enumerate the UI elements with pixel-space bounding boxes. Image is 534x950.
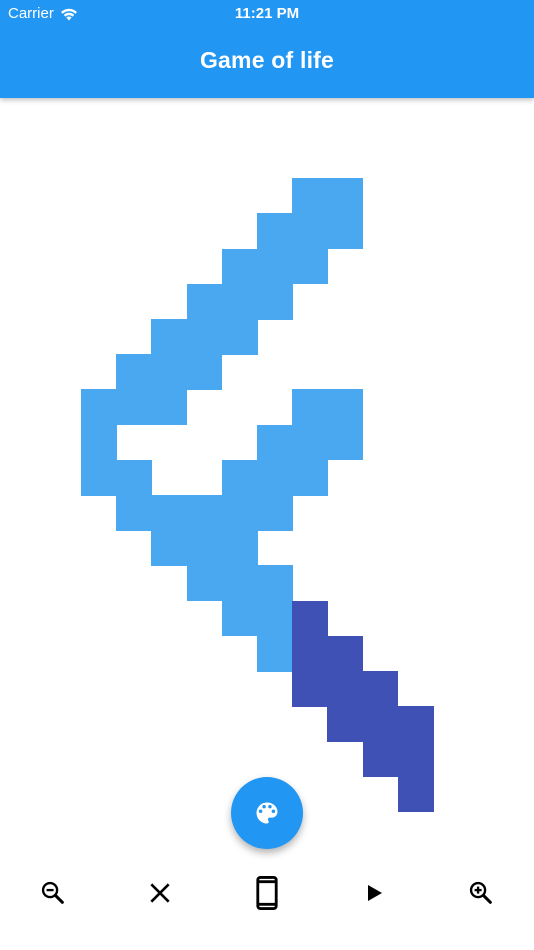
live-cell[interactable] (151, 354, 188, 390)
live-cell[interactable] (292, 213, 328, 250)
live-cell-highlight[interactable] (362, 671, 399, 707)
live-cell[interactable] (186, 495, 223, 531)
live-cell[interactable] (221, 530, 258, 566)
device-button[interactable] (237, 863, 297, 923)
play-icon (367, 885, 382, 901)
live-cell[interactable] (151, 530, 188, 566)
live-cell[interactable] (116, 495, 152, 531)
palette-icon (256, 802, 278, 824)
live-cell[interactable] (221, 600, 258, 637)
live-cell[interactable] (257, 248, 293, 285)
live-cell[interactable] (81, 424, 117, 461)
live-cell[interactable] (327, 213, 364, 250)
live-cell-highlight[interactable] (327, 706, 364, 742)
status-bar: Carrier 11:21 PM (0, 0, 534, 28)
live-cell[interactable] (81, 389, 117, 426)
live-cell[interactable] (116, 389, 152, 426)
zoom-in-button[interactable] (451, 863, 511, 923)
live-cell[interactable] (257, 424, 293, 461)
status-time: 11:21 PM (234, 5, 300, 22)
live-cell[interactable] (81, 459, 117, 496)
live-cell[interactable] (221, 459, 258, 496)
live-cell-highlight[interactable] (362, 741, 399, 778)
live-cell[interactable] (292, 389, 328, 426)
live-cell[interactable] (257, 459, 293, 496)
live-cell[interactable] (292, 424, 328, 461)
live-cell[interactable] (257, 635, 293, 672)
live-cell-highlight[interactable] (397, 706, 434, 742)
bottom-toolbar (0, 862, 534, 924)
page-title: Game of life (199, 47, 335, 73)
clear-button[interactable] (130, 863, 190, 923)
zoom-in-icon (469, 881, 492, 904)
live-cell[interactable] (327, 389, 364, 426)
live-cell-highlight[interactable] (292, 600, 328, 637)
palette-button[interactable] (231, 777, 303, 849)
zoom-out-icon (42, 881, 65, 904)
live-cell[interactable] (151, 319, 188, 355)
live-cell[interactable] (186, 530, 223, 566)
live-cell[interactable] (151, 495, 188, 531)
live-cell[interactable] (327, 178, 364, 214)
live-cell-highlight[interactable] (292, 671, 328, 707)
live-cell[interactable] (292, 178, 328, 214)
live-cell[interactable] (257, 283, 293, 320)
live-cell[interactable] (257, 565, 293, 602)
live-cell[interactable] (186, 283, 223, 320)
live-cell[interactable] (292, 248, 328, 285)
smartphone-icon (256, 876, 278, 910)
live-cell[interactable] (186, 354, 223, 390)
live-cell-highlight[interactable] (397, 741, 434, 778)
live-cell-highlight[interactable] (327, 635, 364, 672)
close-icon (150, 883, 170, 903)
live-cell[interactable] (151, 389, 188, 426)
live-cell[interactable] (186, 565, 223, 602)
live-cell[interactable] (221, 565, 258, 602)
play-button[interactable] (344, 863, 404, 923)
live-cell-highlight[interactable] (362, 706, 399, 742)
live-cell[interactable] (221, 495, 258, 531)
app-bar: Carrier 11:21 PM Game of life (0, 0, 534, 98)
live-cell[interactable] (116, 459, 152, 496)
live-cell[interactable] (186, 319, 223, 355)
live-cell[interactable] (257, 600, 293, 637)
zoom-out-button[interactable] (23, 863, 83, 923)
live-cell[interactable] (221, 319, 258, 355)
live-cell[interactable] (327, 424, 364, 461)
live-cell[interactable] (257, 495, 293, 531)
game-board[interactable] (0, 98, 534, 813)
live-cell[interactable] (221, 283, 258, 320)
live-cell-highlight[interactable] (292, 635, 328, 672)
live-cell-highlight[interactable] (327, 671, 364, 707)
live-cell[interactable] (257, 213, 293, 250)
live-cell[interactable] (292, 459, 328, 496)
live-cell[interactable] (221, 248, 258, 285)
live-cell-highlight[interactable] (397, 776, 434, 813)
live-cell[interactable] (116, 354, 152, 390)
